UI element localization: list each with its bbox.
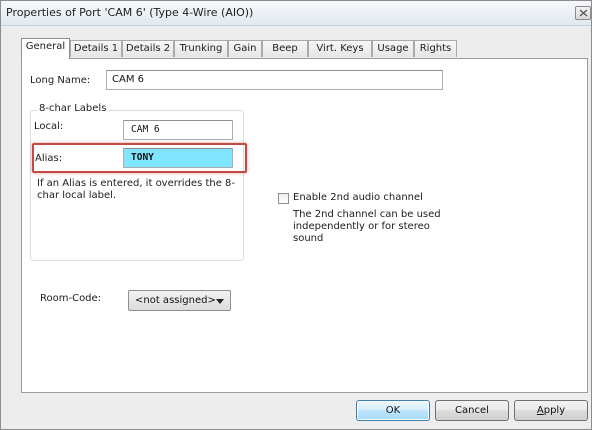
window-title: Properties of Port 'CAM 6' (Type 4-Wire …: [6, 6, 254, 19]
apply-button[interactable]: Apply: [514, 400, 588, 421]
close-icon: [579, 9, 588, 17]
close-button[interactable]: [575, 6, 591, 20]
labels-group-title: 8-char Labels: [37, 103, 109, 114]
enable-2nd-audio-checkbox[interactable]: [278, 193, 289, 204]
long-name-input[interactable]: CAM 6: [106, 70, 443, 90]
room-code-value: <not assigned>: [135, 295, 216, 306]
tab-gain[interactable]: Gain: [228, 40, 262, 57]
chevron-down-icon: [216, 299, 224, 304]
tab-trunking[interactable]: Trunking: [174, 40, 228, 57]
ok-button[interactable]: OK: [356, 400, 430, 421]
tab-beep[interactable]: Beep: [262, 40, 308, 57]
local-input[interactable]: CAM 6: [123, 120, 233, 140]
title-bar: Properties of Port 'CAM 6' (Type 4-Wire …: [1, 1, 591, 26]
enable-2nd-audio-label[interactable]: Enable 2nd audio channel: [293, 192, 423, 203]
properties-dialog: Properties of Port 'CAM 6' (Type 4-Wire …: [0, 0, 592, 430]
alias-label: Alias:: [35, 153, 63, 164]
local-label: Local:: [34, 121, 64, 132]
tab-virt-keys[interactable]: Virt. Keys: [308, 40, 372, 57]
tab-rights[interactable]: Rights: [414, 40, 457, 57]
room-code-select[interactable]: <not assigned>: [128, 290, 231, 311]
alias-input[interactable]: TONY: [123, 148, 233, 168]
general-tab-panel: Long Name: CAM 6 8-char Labels Local: CA…: [21, 58, 588, 393]
tab-details-2[interactable]: Details 2: [122, 40, 174, 57]
long-name-label: Long Name:: [30, 75, 91, 86]
tab-usage[interactable]: Usage: [372, 40, 414, 57]
tab-details-1[interactable]: Details 1: [70, 40, 122, 57]
room-code-label: Room-Code:: [40, 293, 102, 304]
cancel-button[interactable]: Cancel: [435, 400, 509, 421]
alias-hint: If an Alias is entered, it overrides the…: [37, 178, 236, 201]
tab-general[interactable]: General: [21, 38, 70, 59]
audio-hint: The 2nd channel can be used independentl…: [293, 209, 441, 244]
